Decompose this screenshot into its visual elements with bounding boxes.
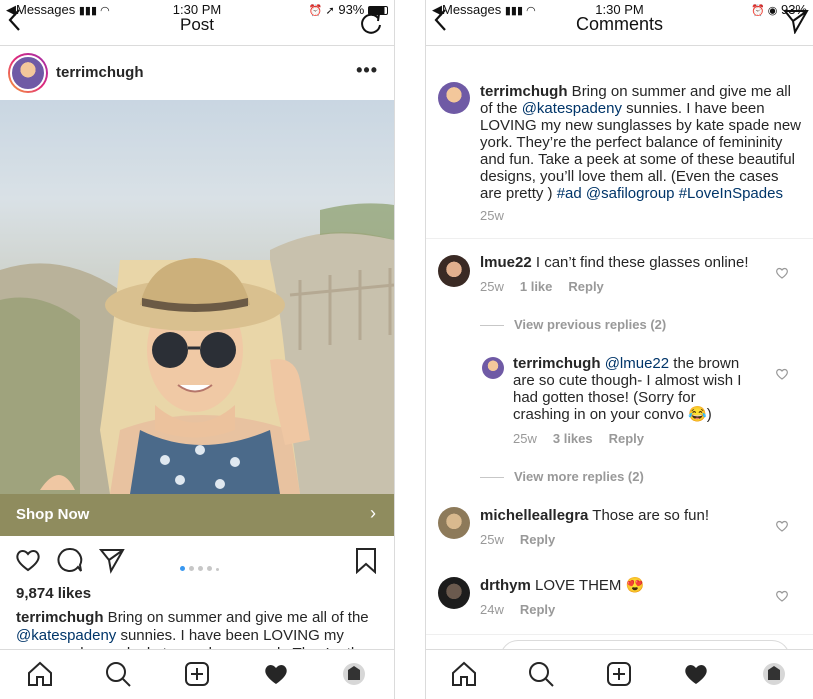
comments-screen: ◀Messages ▮▮▮ ◠ 1:30 PM ⏰ ◉ 93% Comments… <box>425 0 813 699</box>
carousel-dot <box>198 566 203 571</box>
avatar[interactable] <box>438 577 470 609</box>
comment-icon[interactable] <box>56 546 84 574</box>
comment-meta: 25w Reply <box>480 532 571 547</box>
comment-text: drthym LOVE THEM 😍 <box>480 577 780 594</box>
reply-text: terrimchugh @lmue22 the brown are so cut… <box>513 355 753 423</box>
laughing-emoji: 😂 <box>688 406 707 423</box>
comment-time: 25w <box>480 532 504 547</box>
home-icon[interactable] <box>26 660 54 688</box>
comment-body: Those are so fun! <box>588 507 710 524</box>
direct-message-icon[interactable] <box>783 8 809 34</box>
carousel-dot <box>207 566 212 571</box>
view-more-replies[interactable]: View more replies (2) <box>480 469 644 484</box>
comment-username[interactable]: michelleallegra <box>480 507 588 524</box>
post-username[interactable]: terrimchugh <box>56 64 144 81</box>
reply-username[interactable]: terrimchugh <box>513 355 601 372</box>
profile-icon[interactable] <box>340 660 368 688</box>
view-previous-replies[interactable]: View previous replies (2) <box>480 317 666 332</box>
more-options-icon[interactable]: ••• <box>356 60 378 81</box>
comment-time: 24w <box>480 602 504 617</box>
like-comment-heart-icon[interactable] <box>775 519 789 533</box>
chevron-right-icon: › <box>370 503 376 523</box>
caption-mention[interactable]: @katespadeny <box>16 627 116 644</box>
search-icon[interactable] <box>104 660 132 688</box>
hashtag-loveinspades[interactable]: #LoveInSpades <box>679 185 783 202</box>
like-comment-heart-icon[interactable] <box>775 367 789 381</box>
comment-likes[interactable]: 1 like <box>520 279 553 294</box>
avatar[interactable] <box>438 255 470 287</box>
post-photo[interactable] <box>0 100 394 494</box>
post-caption: terrimchugh Bring on summer and give me … <box>16 609 374 653</box>
hashtag-ad[interactable]: #ad <box>557 185 582 202</box>
new-post-icon[interactable] <box>605 660 633 688</box>
comment-time: 25w <box>480 279 504 294</box>
avatar[interactable] <box>438 507 470 539</box>
post-header: terrimchugh ••• <box>0 46 394 100</box>
comment-body: LOVE THEM <box>530 577 626 594</box>
divider <box>426 634 813 635</box>
shop-now-label: Shop Now <box>16 506 90 523</box>
caption-username[interactable]: terrimchugh <box>16 609 104 626</box>
caption-mention[interactable]: @katespadeny <box>522 100 622 117</box>
page-title: Comments <box>575 14 664 34</box>
reply-meta: 25w 3 likes Reply <box>513 431 660 446</box>
reply-button[interactable]: Reply <box>568 279 603 294</box>
carousel-dot <box>216 568 219 571</box>
comment-text: michelleallegra Those are so fun! <box>480 507 780 524</box>
reply-button[interactable]: Reply <box>609 431 644 446</box>
page-title: Post <box>179 15 215 34</box>
bottom-tab-bar <box>426 649 813 699</box>
avatar[interactable] <box>8 53 48 93</box>
comment-username[interactable]: lmue22 <box>480 254 532 271</box>
bookmark-icon[interactable] <box>352 546 380 574</box>
reply-likes[interactable]: 3 likes <box>553 431 593 446</box>
comment-body: I can’t find these glasses online! <box>531 254 749 271</box>
heart-icon[interactable] <box>14 546 42 574</box>
comment-username[interactable]: drthym <box>480 577 531 594</box>
likes-count[interactable]: 9,874 likes <box>16 585 91 602</box>
caption-time: 25w <box>480 208 504 223</box>
post-nav-bar: ◀Messages ▮▮▮ ◠ 1:30 PM ⏰ ➚ 93% Post <box>0 0 394 46</box>
caption-meta: 25w <box>480 208 520 223</box>
carousel-dot-active <box>180 566 185 571</box>
share-icon[interactable] <box>98 546 126 574</box>
home-icon[interactable] <box>450 660 478 688</box>
heart-eyes-emoji: 😍 <box>625 577 645 594</box>
carousel-dot <box>189 566 194 571</box>
like-comment-heart-icon[interactable] <box>775 589 789 603</box>
comment-text: lmue22 I can’t find these glasses online… <box>480 254 780 271</box>
reply-body-end: ) <box>706 406 712 423</box>
comment-meta: 25w 1 like Reply <box>480 279 620 294</box>
carousel-indicator <box>180 558 223 576</box>
caption-text: Bring on summer and give me all of the <box>103 609 369 626</box>
post-actions <box>0 540 394 580</box>
reply-time: 25w <box>513 431 537 446</box>
refresh-icon[interactable] <box>358 10 384 36</box>
avatar[interactable] <box>482 357 504 379</box>
bottom-tab-bar <box>0 649 394 699</box>
new-post-icon[interactable] <box>183 660 211 688</box>
post-photo-illustration <box>0 203 394 494</box>
profile-icon[interactable] <box>760 660 788 688</box>
comment-meta: 24w Reply <box>480 602 571 617</box>
comments-nav-bar: ◀Messages ▮▮▮ ◠ 1:30 PM ⏰ ◉ 93% Comments <box>426 0 813 46</box>
shop-now-bar[interactable]: Shop Now › <box>0 494 394 536</box>
mention-safilogroup[interactable]: @safilogroup <box>586 185 675 202</box>
divider <box>426 238 813 239</box>
reply-button[interactable]: Reply <box>520 532 555 547</box>
like-comment-heart-icon[interactable] <box>775 266 789 280</box>
caption-comment: terrimchugh Bring on summer and give me … <box>480 83 802 202</box>
reply-mention[interactable]: @lmue22 <box>605 355 669 372</box>
screen-gap <box>395 0 425 699</box>
caption-username[interactable]: terrimchugh <box>480 83 568 100</box>
activity-heart-icon[interactable] <box>262 660 290 688</box>
post-screen: ◀Messages ▮▮▮ ◠ 1:30 PM ⏰ ➚ 93% Post ter… <box>0 0 395 699</box>
activity-heart-icon[interactable] <box>682 660 710 688</box>
reply-button[interactable]: Reply <box>520 602 555 617</box>
avatar[interactable] <box>438 82 470 114</box>
search-icon[interactable] <box>527 660 555 688</box>
